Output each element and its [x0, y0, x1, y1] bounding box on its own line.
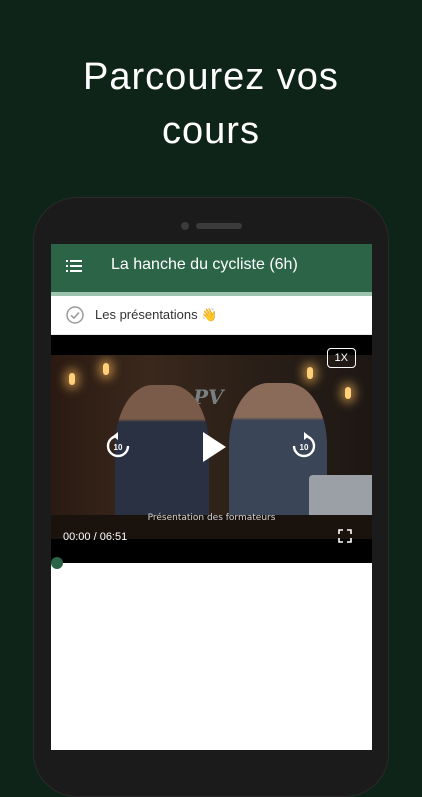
rewind-10-icon[interactable]: 10	[105, 431, 131, 459]
video-caption: Présentation des formateurs	[147, 513, 276, 523]
progress-track[interactable]	[51, 559, 372, 563]
progress-knob[interactable]	[51, 557, 63, 569]
playback-speed-button[interactable]: 1X	[326, 348, 356, 368]
phone-camera	[181, 222, 189, 230]
waving-hand-emoji: 👋	[201, 308, 218, 323]
lamp-decor	[69, 373, 75, 385]
lamp-decor	[307, 367, 313, 379]
promo-headline: Parcourez vos cours	[83, 56, 339, 152]
lesson-label: Les présentations	[95, 307, 198, 322]
lamp-decor	[103, 363, 109, 375]
forward-10-icon[interactable]: 10	[291, 431, 317, 459]
content-area	[51, 563, 372, 750]
check-circle-icon	[66, 306, 84, 324]
course-title: La hanche du cycliste (6h)	[111, 256, 298, 273]
menu-icon[interactable]	[66, 259, 82, 273]
play-icon[interactable]	[201, 431, 227, 463]
lesson-item[interactable]: Les présentations 👋	[51, 296, 372, 335]
forward-seconds-label: 10	[300, 443, 309, 452]
app-bar: La hanche du cycliste (6h)	[51, 244, 372, 296]
app-screen: La hanche du cycliste (6h) Les présentat…	[51, 244, 372, 750]
phone-speaker	[196, 223, 242, 229]
rewind-seconds-label: 10	[114, 443, 123, 452]
video-player[interactable]: PV 1X 10 10 Présentation des formateurs …	[51, 335, 372, 569]
lamp-decor	[345, 387, 351, 399]
time-readout: 00:00 / 06:51	[63, 531, 128, 543]
fullscreen-icon[interactable]	[338, 529, 352, 543]
